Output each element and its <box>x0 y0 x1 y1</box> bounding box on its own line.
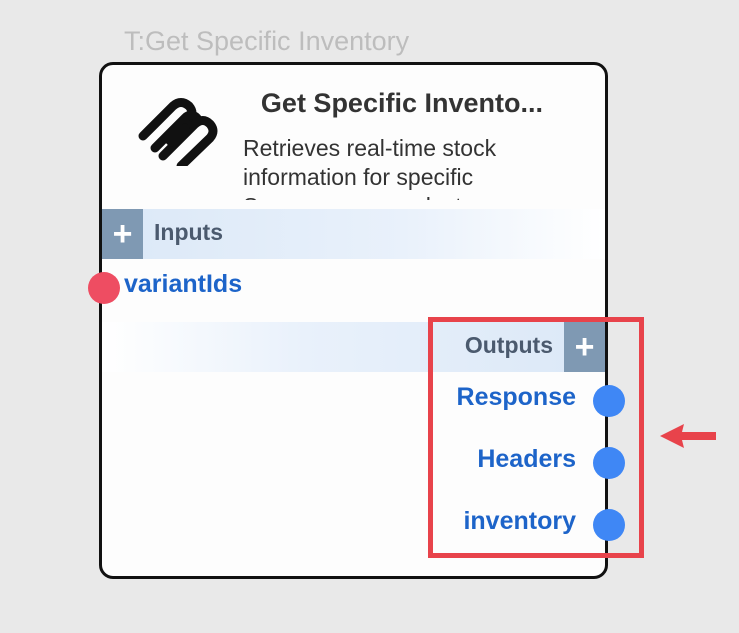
node-title-text: Get Specific Invento... <box>260 88 543 118</box>
workflow-canvas[interactable]: T:Get Specific Inventory Get Specific In… <box>0 0 739 633</box>
node-description: Retrieves real-time stock information fo… <box>243 135 497 200</box>
outputs-highlight-box <box>428 317 644 558</box>
inputs-label: Inputs <box>154 219 223 245</box>
inputs-section-header: + Inputs <box>102 209 605 259</box>
left-arrow-icon <box>660 424 716 448</box>
squarespace-logo-icon <box>138 98 218 166</box>
input-port-variantids[interactable] <box>88 272 120 304</box>
node-title: Get Specific Invento... <box>243 88 543 124</box>
node-caption: T:Get Specific Inventory <box>124 26 410 56</box>
add-input-button[interactable]: + <box>102 209 143 259</box>
input-label-variantids: variantIds <box>124 270 243 298</box>
